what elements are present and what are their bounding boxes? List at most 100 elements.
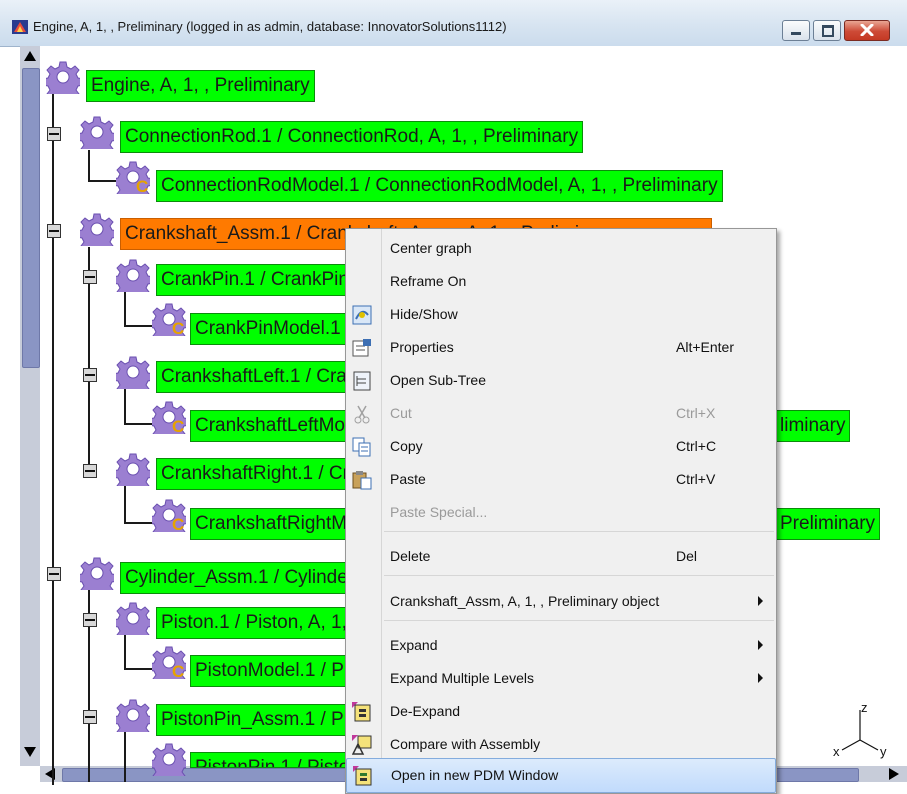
tree-connector xyxy=(124,727,126,782)
tree-connector xyxy=(124,325,154,327)
menu-item-cut[interactable]: Cut Ctrl+X xyxy=(346,397,774,430)
scroll-left-arrow-icon[interactable] xyxy=(42,767,58,781)
tree-connector xyxy=(124,630,126,668)
tree-node-crankshaftleftmodel[interactable]: CrankshaftLeftModel.1 / CrankshaftLeftMo… xyxy=(190,410,354,442)
assembly-gear-icon xyxy=(46,60,80,94)
axis-y-label: y xyxy=(880,744,887,759)
tree-node-cylinder-assm[interactable]: Cylinder_Assm.1 / Cylinder_Assm, A, 1, ,… xyxy=(120,562,354,594)
assembly-gear-icon xyxy=(152,742,186,776)
scroll-right-arrow-icon[interactable] xyxy=(886,767,902,781)
tree-connector xyxy=(88,180,118,182)
menu-item-open-sub-tree[interactable]: Open Sub-Tree xyxy=(346,364,774,397)
assembly-gear-icon xyxy=(116,355,150,389)
menu-item-label: Paste Special... xyxy=(390,504,488,520)
collapse-toggle[interactable] xyxy=(83,613,97,627)
menu-item-label: Center graph xyxy=(390,240,472,256)
tree-connector xyxy=(124,385,126,423)
de-expand-icon xyxy=(352,702,371,722)
scissors-icon xyxy=(354,405,370,424)
tree-node-connectionrodmodel[interactable]: ConnectionRodModel.1 / ConnectionRodMode… xyxy=(156,170,723,202)
menu-item-hide-show[interactable]: Hide/Show xyxy=(346,298,774,331)
menu-item-label: Open Sub-Tree xyxy=(390,372,486,388)
menu-item-reframe-on[interactable]: Reframe On xyxy=(346,265,774,298)
collapse-toggle[interactable] xyxy=(83,270,97,284)
model-gear-icon xyxy=(116,160,150,194)
menu-item-shortcut: Del xyxy=(676,548,698,564)
tree-node-crankshaftrightmodel-tail[interactable]: Preliminary xyxy=(775,508,881,540)
collapse-toggle[interactable] xyxy=(47,127,61,141)
scroll-up-arrow-icon[interactable] xyxy=(22,48,38,64)
menu-item-label: Hide/Show xyxy=(390,306,458,322)
menu-item-open-in-new-pdm-window[interactable]: Open in new PDM Window xyxy=(346,758,776,793)
menu-separator xyxy=(384,575,774,576)
tree-connector xyxy=(124,423,154,425)
properties-icon xyxy=(352,339,371,357)
subtree-icon xyxy=(353,371,371,391)
minimize-button[interactable] xyxy=(782,20,810,41)
collapse-toggle[interactable] xyxy=(47,567,61,581)
collapse-toggle[interactable] xyxy=(83,368,97,382)
tree-node-crankpinmodel[interactable]: CrankPinModel.1 / CrankPinModel, A, 1, ,… xyxy=(190,313,354,345)
tree-node-crankshaftleft[interactable]: CrankshaftLeft.1 / CrankshaftLeft, A, 1,… xyxy=(156,361,354,393)
menu-item-copy[interactable]: Copy Ctrl+C xyxy=(346,430,774,463)
tree-connector xyxy=(124,522,154,524)
tree-node-pistonmodel[interactable]: PistonModel.1 / PistonModel, A, 1, , Pre… xyxy=(190,655,354,687)
model-gear-icon xyxy=(152,498,186,532)
menu-item-object-submenu[interactable]: Crankshaft_Assm, A, 1, , Preliminary obj… xyxy=(346,585,774,618)
collapse-toggle[interactable] xyxy=(47,224,61,238)
vertical-scroll-thumb[interactable] xyxy=(22,68,40,368)
tree-node-crankpin[interactable]: CrankPin.1 / CrankPin, A, 1, , Prelimina… xyxy=(156,264,354,296)
submenu-arrow-icon xyxy=(758,673,763,683)
minimize-icon xyxy=(791,32,801,35)
menu-item-expand[interactable]: Expand xyxy=(346,629,774,662)
close-button[interactable] xyxy=(844,20,890,41)
tree-connector xyxy=(124,480,126,522)
menu-item-paste-special[interactable]: Paste Special... xyxy=(346,496,774,529)
submenu-arrow-icon xyxy=(758,596,763,606)
tree-node-crankshaftrightmodel[interactable]: CrankshaftRightModel.1 / CrankshaftRight… xyxy=(190,508,354,540)
menu-item-properties[interactable]: Properties Alt+Enter xyxy=(346,331,774,364)
tree-connector xyxy=(124,668,154,670)
menu-item-delete[interactable]: Delete Del xyxy=(346,540,774,573)
tree-node-connectionrod[interactable]: ConnectionRod.1 / ConnectionRod, A, 1, ,… xyxy=(120,121,584,153)
tree-node-piston[interactable]: Piston.1 / Piston, A, 1, , Preliminary xyxy=(156,607,354,639)
collapse-toggle[interactable] xyxy=(83,464,97,478)
assembly-gear-icon xyxy=(80,556,114,590)
menu-item-paste[interactable]: Paste Ctrl+V xyxy=(346,463,774,496)
menu-item-compare-with-assembly[interactable]: Compare with Assembly xyxy=(346,728,774,761)
copy-icon xyxy=(352,437,371,457)
menu-item-label: Copy xyxy=(390,438,423,454)
model-gear-icon xyxy=(152,645,186,679)
assembly-gear-icon xyxy=(116,452,150,486)
tree-connector xyxy=(88,150,90,180)
scroll-down-arrow-icon[interactable] xyxy=(22,744,38,760)
assembly-gear-icon xyxy=(116,601,150,635)
maximize-icon xyxy=(822,25,834,37)
menu-item-de-expand[interactable]: De-Expand xyxy=(346,695,774,728)
menu-item-center-graph[interactable]: Center graph xyxy=(346,232,774,265)
axis-x-label: x xyxy=(833,744,840,759)
menu-item-label: Compare with Assembly xyxy=(390,736,541,752)
paste-icon xyxy=(352,471,372,490)
menu-item-label: Cut xyxy=(390,405,412,421)
menu-item-label: Reframe On xyxy=(390,273,467,289)
tree-connector xyxy=(52,85,54,785)
compare-icon xyxy=(352,735,372,755)
tree-connector xyxy=(124,287,126,325)
tree-node-crankshaftright[interactable]: CrankshaftRight.1 / CrankshaftRight, A, … xyxy=(156,458,354,490)
menu-item-shortcut: Ctrl+C xyxy=(676,438,717,454)
assembly-gear-icon xyxy=(80,212,114,246)
menu-item-shortcut: Alt+Enter xyxy=(676,339,734,355)
maximize-button[interactable] xyxy=(813,20,841,41)
menu-item-label: Properties xyxy=(390,339,454,355)
close-icon xyxy=(860,24,874,36)
assembly-gear-icon xyxy=(116,258,150,292)
axis-compass: z x y xyxy=(833,700,887,759)
menu-item-expand-multiple-levels[interactable]: Expand Multiple Levels xyxy=(346,662,774,695)
tree-node-engine[interactable]: Engine, A, 1, , Preliminary xyxy=(86,70,315,102)
tree-node-pistonpin[interactable]: PistonPin.1 / PistonPin, A, 1, , Prelimi… xyxy=(190,752,354,768)
tree-node-crankshaftleftmodel-tail[interactable]: liminary xyxy=(775,410,851,442)
collapse-toggle[interactable] xyxy=(83,710,97,724)
tree-node-pistonpin-assm[interactable]: PistonPin_Assm.1 / PistonPin_Assm, A, 1,… xyxy=(156,704,354,736)
menu-separator xyxy=(384,531,774,532)
